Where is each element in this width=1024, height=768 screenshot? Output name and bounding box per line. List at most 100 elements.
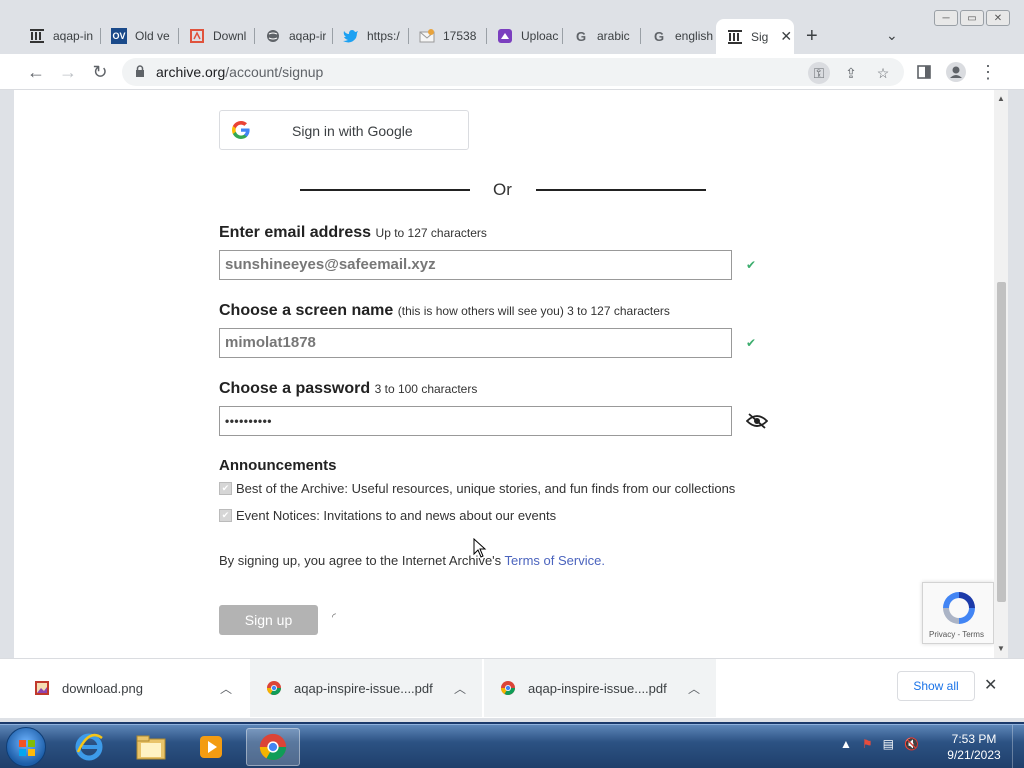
show-all-downloads-button[interactable]: Show all bbox=[897, 671, 975, 701]
screen-name-field[interactable]: mimolat1878 bbox=[219, 328, 732, 358]
terms-agreement: By signing up, you agree to the Internet… bbox=[219, 553, 605, 568]
system-tray: ▲ ⚑ ▤ 🔇 bbox=[840, 737, 919, 751]
hide-password-eye-icon[interactable] bbox=[745, 413, 769, 434]
archive-icon bbox=[727, 29, 743, 45]
tab-3[interactable]: Downl bbox=[178, 21, 254, 51]
close-tab-icon[interactable]: ✕ bbox=[780, 28, 792, 45]
tab-2[interactable]: OV Old ve bbox=[100, 21, 178, 51]
screen-name-valid-check-icon: ✔ bbox=[746, 336, 757, 350]
forward-icon[interactable]: → bbox=[56, 60, 80, 84]
key-icon[interactable]: ⚿ bbox=[808, 62, 830, 84]
terms-of-service-link[interactable]: Terms of Service. bbox=[505, 553, 605, 568]
back-icon[interactable]: ← bbox=[24, 60, 48, 84]
download-item-3[interactable]: aqap-inspire-issue....pdf ︿ bbox=[484, 659, 716, 717]
google-icon: G bbox=[575, 28, 587, 44]
browser-window: aqap-in OV Old ve Downl aqap-ir https:/ … bbox=[0, 0, 1024, 722]
password-hint: 3 to 100 characters bbox=[374, 382, 478, 396]
google-signin-label: Sign in with Google bbox=[292, 123, 413, 139]
archive-icon bbox=[29, 28, 45, 44]
windows-taskbar: ▲ ⚑ ▤ 🔇 7:53 PM 9/21/2023 bbox=[0, 724, 1024, 768]
event-notices-checkbox[interactable]: ✔ bbox=[219, 509, 232, 522]
close-download-bar-icon[interactable]: ✕ bbox=[984, 675, 997, 695]
tab-strip: aqap-in OV Old ve Downl aqap-ir https:/ … bbox=[0, 0, 1024, 54]
profile-icon[interactable] bbox=[944, 60, 968, 84]
password-label: Choose a password 3 to 100 characters bbox=[219, 380, 478, 397]
globe-icon bbox=[265, 28, 281, 44]
network-icon[interactable]: ▤ bbox=[883, 737, 894, 751]
close-window-icon[interactable]: ✕ bbox=[986, 10, 1010, 26]
tab-7[interactable]: Uploac bbox=[486, 21, 562, 51]
scroll-thumb[interactable] bbox=[997, 282, 1006, 602]
tab-5[interactable]: https:/ bbox=[332, 21, 408, 51]
google-logo-icon bbox=[232, 121, 250, 139]
vertical-scrollbar[interactable]: ▲ ▼ bbox=[994, 90, 1008, 658]
or-divider: Or bbox=[300, 180, 708, 200]
maximize-icon[interactable]: ▭ bbox=[960, 10, 984, 26]
password-field[interactable]: •••••••••• bbox=[219, 406, 732, 436]
download-3-chevron-up-icon[interactable]: ︿ bbox=[688, 680, 700, 697]
best-of-archive-option[interactable]: ✔ Best of the Archive: Useful resources,… bbox=[219, 481, 735, 496]
action-center-flag-icon[interactable]: ⚑ bbox=[862, 737, 873, 751]
twitter-icon bbox=[343, 28, 359, 44]
windows-logo-icon bbox=[19, 740, 35, 756]
tab-6[interactable]: 17538 bbox=[408, 21, 486, 51]
lock-icon bbox=[136, 65, 144, 77]
internet-explorer-icon[interactable] bbox=[62, 728, 116, 766]
system-clock[interactable]: 7:53 PM 9/21/2023 bbox=[944, 731, 1004, 763]
side-panel-icon[interactable] bbox=[912, 60, 936, 84]
recaptcha-privacy-terms[interactable]: Privacy - Terms bbox=[929, 630, 984, 639]
screen-name-label: Choose a screen name (this is how others… bbox=[219, 302, 670, 319]
url-text: archive.org/account/signup bbox=[156, 64, 324, 80]
email-label: Enter email address Up to 127 characters bbox=[219, 224, 487, 241]
window-controls: ─ ▭ ✕ bbox=[934, 10, 1010, 26]
tab-1[interactable]: aqap-in bbox=[18, 21, 100, 51]
ov-icon: OV bbox=[111, 28, 127, 44]
tab-signup-active[interactable]: Sig ✕ bbox=[716, 19, 794, 54]
bookmark-star-icon[interactable]: ☆ bbox=[872, 62, 894, 84]
download-2-chevron-up-icon[interactable]: ︿ bbox=[454, 680, 466, 697]
show-desktop-button[interactable] bbox=[1012, 725, 1024, 768]
google-signin-button[interactable]: Sign in with Google bbox=[219, 110, 469, 150]
reload-icon[interactable]: ↻ bbox=[88, 60, 112, 84]
email-valid-check-icon: ✔ bbox=[746, 258, 757, 272]
recaptcha-badge[interactable]: Privacy - Terms bbox=[922, 582, 994, 644]
mouse-cursor-icon bbox=[473, 537, 487, 563]
tab-4[interactable]: aqap-ir bbox=[254, 21, 332, 51]
download-1-chevron-up-icon[interactable]: ︿ bbox=[220, 680, 232, 697]
scroll-down-arrow-icon[interactable]: ▼ bbox=[997, 644, 1005, 653]
minimize-icon[interactable]: ─ bbox=[934, 10, 958, 26]
chrome-taskbar-icon[interactable] bbox=[246, 728, 300, 766]
share-icon[interactable]: ⇪ bbox=[840, 62, 862, 84]
pdf-icon bbox=[189, 28, 205, 44]
browser-toolbar: ← → ↻ archive.org/account/signup ⚿ ⇪ ☆ ⋮ bbox=[0, 54, 1024, 90]
image-file-icon bbox=[35, 681, 49, 695]
volume-muted-icon[interactable]: 🔇 bbox=[904, 737, 919, 751]
screen-name-hint: (this is how others will see you) 3 to 1… bbox=[397, 304, 670, 318]
email-hint: Up to 127 characters bbox=[375, 226, 487, 240]
start-button[interactable] bbox=[6, 727, 46, 767]
file-explorer-icon[interactable] bbox=[124, 728, 178, 766]
scroll-up-arrow-icon[interactable]: ▲ bbox=[997, 94, 1005, 103]
media-player-icon[interactable] bbox=[184, 728, 238, 766]
best-of-archive-checkbox[interactable]: ✔ bbox=[219, 482, 232, 495]
email-field[interactable]: sunshineeyes@safeemail.xyz bbox=[219, 250, 732, 280]
download-bar: download.png ︿ aqap-inspire-issue....pdf… bbox=[0, 658, 1024, 718]
tray-expand-icon[interactable]: ▲ bbox=[840, 737, 852, 751]
address-bar[interactable]: archive.org/account/signup ⚿ ⇪ ☆ bbox=[122, 58, 904, 86]
signup-button[interactable]: Sign up bbox=[219, 605, 318, 635]
tab-8[interactable]: G arabic bbox=[562, 21, 640, 51]
clock-date: 9/21/2023 bbox=[947, 748, 1001, 762]
or-text: Or bbox=[493, 180, 512, 199]
menu-kebab-icon[interactable]: ⋮ bbox=[976, 60, 1000, 84]
new-tab-icon[interactable]: + bbox=[806, 25, 818, 48]
download-item-2[interactable]: aqap-inspire-issue....pdf ︿ bbox=[250, 659, 482, 717]
page-content: Sign in with Google Or Enter email addre… bbox=[14, 90, 1008, 658]
tab-search-chevron-icon[interactable]: ⌄ bbox=[886, 27, 898, 44]
recaptcha-icon bbox=[943, 592, 975, 624]
event-notices-option[interactable]: ✔ Event Notices: Invitations to and news… bbox=[219, 508, 556, 523]
tab-9[interactable]: G english bbox=[640, 21, 716, 51]
clock-time: 7:53 PM bbox=[951, 732, 997, 746]
chrome-icon bbox=[501, 681, 515, 695]
download-item-1[interactable]: download.png ︿ bbox=[0, 659, 248, 717]
announcements-heading: Announcements bbox=[219, 457, 337, 474]
